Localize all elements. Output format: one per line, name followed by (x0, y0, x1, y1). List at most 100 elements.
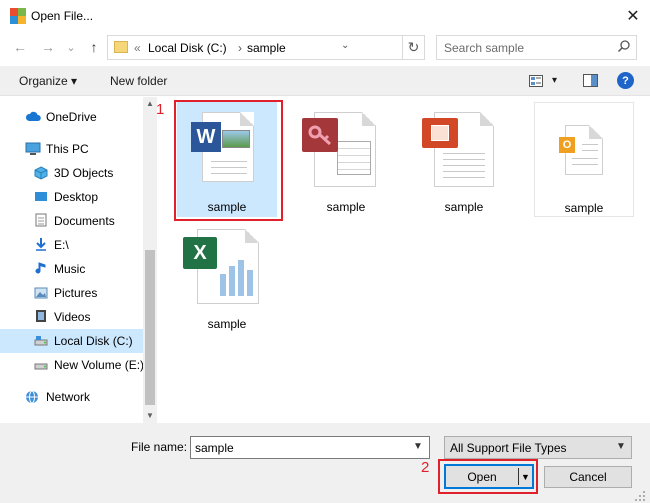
breadcrumb-sample[interactable]: sample (247, 41, 286, 55)
file-item-access[interactable]: sample (296, 102, 396, 217)
search-box[interactable]: Search sample (436, 35, 637, 60)
annotation-box-1 (174, 100, 283, 221)
sidebar-item-label: Videos (54, 310, 91, 324)
annotation-box-2 (438, 459, 538, 494)
picture-icon (34, 287, 48, 299)
cube-icon (34, 166, 48, 180)
view-options-icon[interactable] (529, 75, 543, 87)
title-bar: Open File... ✕ (0, 0, 650, 32)
music-icon (35, 262, 46, 274)
sidebar-item-new-volume[interactable]: New Volume (E:) (0, 353, 145, 377)
breadcrumb-local-disk[interactable]: Local Disk (C:) (148, 41, 227, 55)
arrow-up-icon: ↑ (90, 39, 98, 55)
sidebar-item-3d-objects[interactable]: 3D Objects (0, 161, 143, 185)
sidebar-item-onedrive[interactable]: OneDrive (0, 105, 143, 129)
chevron-down-icon[interactable]: ▼ (413, 441, 423, 452)
annotation-number-2: 2 (421, 459, 430, 476)
file-name-value[interactable]: sample (195, 441, 234, 455)
sidebar-item-local-disk[interactable]: Local Disk (C:) (0, 329, 143, 353)
breadcrumb-overflow[interactable]: « (134, 41, 141, 55)
sidebar-item-label: Network (46, 390, 91, 404)
command-bar: Organize ▾ New folder ▾ ? (0, 66, 650, 96)
powerpoint-logo-icon (422, 118, 458, 148)
forward-button[interactable]: → (38, 37, 58, 57)
file-type-value: All Support File Types (450, 441, 567, 455)
computer-icon (25, 142, 41, 155)
file-list: W sample 1 sample sample O sample X samp… (156, 97, 650, 423)
sidebar-item-this-pc[interactable]: This PC (0, 137, 143, 161)
window-title: Open File... (31, 9, 94, 23)
desktop-icon (35, 192, 47, 201)
download-drive-icon (36, 238, 46, 251)
sidebar-item-e-drive[interactable]: E:\ (0, 233, 143, 257)
file-name-input[interactable]: sample ▼ (190, 436, 430, 459)
key-icon (308, 125, 332, 146)
file-label: sample (326, 200, 366, 214)
sidebar-item-documents[interactable]: Documents (0, 209, 143, 233)
arrow-right-icon: → (41, 39, 55, 55)
sidebar-item-pictures[interactable]: Pictures (0, 281, 143, 305)
bottom-panel (0, 423, 650, 503)
folder-icon (114, 41, 128, 53)
sidebar-item-label: Local Disk (C:) (54, 334, 133, 348)
sidebar-item-network[interactable]: Network (0, 385, 143, 409)
sidebar-item-label: OneDrive (46, 110, 97, 124)
scroll-up-icon[interactable]: ▲ (146, 99, 154, 108)
sidebar-item-label: This PC (46, 142, 89, 156)
drive-icon (34, 363, 48, 370)
sidebar-item-label: New Volume (E:) (54, 358, 145, 372)
video-icon (36, 310, 46, 322)
search-icon[interactable] (617, 39, 631, 53)
sidebar-item-label: Documents (54, 214, 115, 228)
file-name-label: File name: (131, 440, 188, 454)
file-item-outlook[interactable]: O sample (534, 102, 634, 217)
scroll-down-icon[interactable]: ▼ (146, 411, 154, 420)
close-icon: ✕ (626, 8, 640, 25)
file-item-powerpoint[interactable]: sample (414, 102, 514, 217)
sidebar-item-videos[interactable]: Videos (0, 305, 143, 329)
sidebar-item-label: Pictures (54, 286, 98, 300)
access-logo-icon (302, 118, 338, 152)
refresh-button[interactable]: ↻ (403, 35, 425, 60)
preview-pane-icon[interactable] (583, 74, 598, 87)
outlook-logo-icon: O (559, 137, 575, 153)
navigation-pane: OneDrive This PC 3D Objects Desktop Docu… (0, 97, 145, 423)
arrow-left-icon: ← (13, 39, 27, 55)
recent-locations-button[interactable]: ⌄ (64, 37, 78, 57)
file-label: sample (444, 200, 484, 214)
sidebar-item-label: E:\ (54, 238, 69, 252)
file-label: sample (564, 201, 604, 215)
up-button[interactable]: ↑ (84, 37, 104, 57)
organize-button[interactable]: Organize ▾ (19, 74, 77, 88)
excel-logo-icon: X (183, 237, 217, 269)
document-icon (35, 213, 47, 227)
cloud-icon (25, 111, 41, 121)
sidebar-item-desktop[interactable]: Desktop (0, 185, 143, 209)
chevron-down-icon[interactable]: ▼ (616, 441, 626, 452)
cancel-button[interactable]: Cancel (544, 466, 632, 488)
file-type-select[interactable]: All Support File Types ▼ (444, 436, 632, 459)
chevron-down-icon: ⌄ (66, 41, 76, 54)
sidebar-item-music[interactable]: Music (0, 257, 143, 281)
help-button[interactable]: ? (617, 72, 634, 89)
network-icon (26, 390, 38, 404)
sidebar-item-label: Music (54, 262, 86, 276)
resize-grip-icon[interactable] (634, 490, 646, 502)
cancel-button-label: Cancel (569, 470, 607, 484)
sidebar-scrollbar-thumb[interactable] (145, 250, 155, 405)
file-label: sample (207, 317, 247, 331)
address-bar[interactable]: « Local Disk (C:) › sample ⌄ (107, 35, 403, 60)
new-folder-button[interactable]: New folder (110, 74, 167, 88)
close-button[interactable]: ✕ (618, 2, 648, 30)
help-icon: ? (622, 74, 629, 87)
sidebar-item-label: 3D Objects (54, 166, 114, 180)
sidebar-item-label: Desktop (54, 190, 99, 204)
address-dropdown-icon[interactable]: ⌄ (341, 40, 349, 51)
file-item-excel[interactable]: X sample (177, 219, 277, 334)
back-button[interactable]: ← (10, 37, 30, 57)
breadcrumb-separator: › (238, 41, 242, 55)
app-icon (10, 8, 26, 24)
search-input[interactable]: Search sample (444, 41, 524, 55)
drive-icon (34, 336, 48, 346)
view-dropdown-icon[interactable]: ▾ (552, 75, 557, 86)
